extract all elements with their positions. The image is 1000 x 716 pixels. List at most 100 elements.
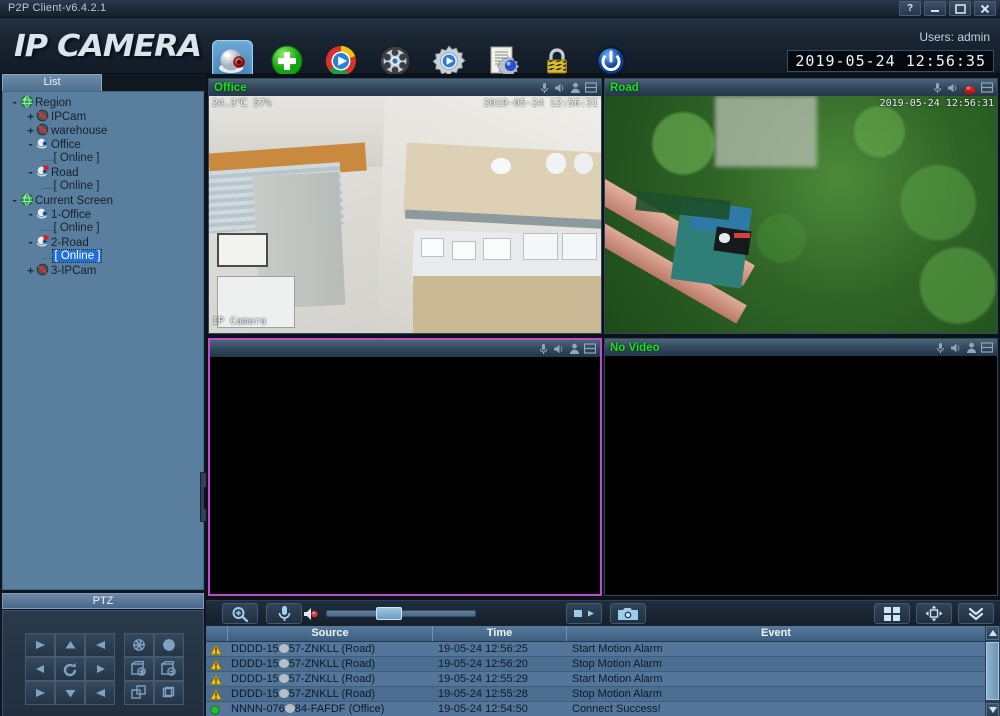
ptz-up-right[interactable] <box>85 633 115 657</box>
volume-slider-handle[interactable] <box>376 607 402 620</box>
photo-camera-icon <box>618 608 638 620</box>
ptz-header[interactable]: PTZ <box>2 593 204 609</box>
fullscreen-button[interactable] <box>916 603 952 624</box>
screen-2-road[interactable]: - 2-Road <box>3 235 203 249</box>
tree-connector: ....... <box>41 251 54 262</box>
globe-icon <box>21 193 33 206</box>
tree-expander[interactable]: - <box>25 208 36 222</box>
table-row[interactable]: DDDD-15 57-ZNKLL (Road) 19-05-24 12:55:28 S… <box>206 687 985 702</box>
ptz-right[interactable] <box>85 657 115 681</box>
event-table-scrollbar[interactable] <box>985 626 1000 716</box>
device-tree[interactable]: - Region + IPCam + warehouse - Office .......[ O… <box>2 91 204 590</box>
region-root[interactable]: - Region <box>3 95 203 109</box>
video-panel-empty[interactable] <box>208 338 602 596</box>
rotate-icon <box>63 662 76 676</box>
table-row[interactable]: DDDD-15 57-ZNKLL (Road) 19-05-24 12:55:29 S… <box>206 672 985 687</box>
warning-icon <box>210 674 222 685</box>
video-panel-header: Road <box>605 79 997 96</box>
mic-icon <box>933 83 942 93</box>
caret-down-icon <box>988 707 997 713</box>
maximize-icon <box>954 3 966 14</box>
speaker-icon <box>951 343 960 353</box>
screen-1-office-status[interactable]: .......[ Online ] <box>3 221 203 235</box>
digital-zoom-button[interactable] <box>222 603 258 624</box>
region-ipcam[interactable]: + IPCam <box>3 109 203 123</box>
record-video-button[interactable] <box>566 603 602 624</box>
tree-expander[interactable]: + <box>25 264 36 278</box>
tree-node-label: Region <box>35 97 72 109</box>
video-panel-office[interactable]: Office 24.3℃ 57% 2019-05-24 12:56:31 IP Cam… <box>208 78 602 334</box>
video-stream[interactable] <box>210 357 600 594</box>
screen-3-ipcam[interactable]: +3-IPCam <box>3 263 203 277</box>
video-panel-road[interactable]: Road 2019-05-24 12:56:31 <box>604 78 998 334</box>
tree-connector: ....... <box>41 223 54 234</box>
help-button[interactable]: ? <box>899 1 921 16</box>
zoom-in-button[interactable] <box>124 681 154 705</box>
scroll-up-button[interactable] <box>986 626 999 640</box>
video-grid: Office 24.3℃ 57% 2019-05-24 12:56:31 IP Cam… <box>206 74 1000 600</box>
close-button[interactable] <box>974 1 996 16</box>
screen-1-office[interactable]: - 1-Office <box>3 207 203 221</box>
focus-near-button[interactable] <box>124 657 154 681</box>
tree-expander[interactable]: + <box>25 124 36 138</box>
talk-button[interactable] <box>266 603 302 624</box>
ptz-down-left[interactable] <box>25 681 55 705</box>
ptz-panel <box>2 610 204 716</box>
window-title: P2P Client-v6.4.2.1 <box>8 2 107 14</box>
minimize-button[interactable] <box>924 1 946 16</box>
tab-list[interactable]: List <box>2 74 102 91</box>
warning-icon <box>210 687 228 702</box>
region-road-status[interactable]: .......[ Online ] <box>3 179 203 193</box>
snapshot-button[interactable] <box>610 603 646 624</box>
scroll-down-button[interactable] <box>986 703 999 716</box>
region-office-status[interactable]: .......[ Online ] <box>3 151 203 165</box>
video-stream[interactable]: 24.3℃ 57% 2019-05-24 12:56:31 IP Camera <box>209 96 601 333</box>
tree-expander[interactable]: - <box>25 138 36 152</box>
video-panel-no-video[interactable]: No Video <box>604 338 998 596</box>
column-time[interactable]: Time <box>433 626 567 641</box>
video-stream[interactable]: 2019-05-24 12:56:31 <box>605 96 997 333</box>
table-row[interactable]: DDDD-15 57-ZNKLL (Road) 19-05-24 12:56:25 S… <box>206 642 985 657</box>
expand-arrows-icon <box>925 605 943 622</box>
iris-open-button[interactable] <box>124 633 154 657</box>
tree-node-label: Road <box>51 167 79 179</box>
event-log-table: Source Time Event DDDD-15 57-ZNKLL (Road)… <box>206 625 1000 716</box>
event-source-suffix: 57-ZNKLL (Road) <box>288 673 376 685</box>
column-event[interactable]: Event <box>567 626 985 641</box>
tree-expander[interactable]: - <box>9 96 20 110</box>
ptz-direction-pad <box>25 633 115 705</box>
speaker-icon <box>554 344 563 354</box>
focus-far-button[interactable] <box>154 657 184 681</box>
connect-icon <box>210 704 220 715</box>
connect-icon <box>210 702 228 716</box>
tree-expander[interactable]: - <box>25 166 36 180</box>
tree-expander[interactable]: - <box>25 236 36 250</box>
expand-panel-button[interactable] <box>958 603 994 624</box>
ptz-up-left[interactable] <box>25 633 55 657</box>
maximize-button[interactable] <box>949 1 971 16</box>
region-road[interactable]: - Road <box>3 165 203 179</box>
event-description: Start Motion Alarm <box>572 643 663 655</box>
column-source[interactable]: Source <box>228 626 433 641</box>
tree-expander[interactable]: + <box>25 110 36 124</box>
ptz-down-right[interactable] <box>85 681 115 705</box>
scrollbar-thumb[interactable] <box>986 642 999 700</box>
table-row[interactable]: DDDD-15 57-ZNKLL (Road) 19-05-24 12:56:20 S… <box>206 657 985 672</box>
current-screen-root[interactable]: - Current Screen <box>3 193 203 207</box>
ptz-down[interactable] <box>55 681 85 705</box>
table-row[interactable]: NNNN-076 84-FAFDF (Office) 19-05-24 12:54:… <box>206 702 985 716</box>
video-stream[interactable] <box>605 356 997 595</box>
camera-alarm-icon <box>36 165 49 177</box>
grid-4-icon <box>884 606 900 621</box>
ptz-up[interactable] <box>55 633 85 657</box>
region-office[interactable]: - Office <box>3 137 203 151</box>
layout-grid-button[interactable] <box>874 603 910 624</box>
camera-offline-icon <box>36 263 51 276</box>
ptz-auto-scan[interactable] <box>55 657 85 681</box>
iris-close-button[interactable] <box>154 633 184 657</box>
screen-2-road-status[interactable]: .......[ Online ] <box>3 249 203 263</box>
zoom-out-button[interactable] <box>154 681 184 705</box>
ptz-left[interactable] <box>25 657 55 681</box>
tree-expander[interactable]: - <box>9 194 20 208</box>
region-warehouse[interactable]: + warehouse <box>3 123 203 137</box>
